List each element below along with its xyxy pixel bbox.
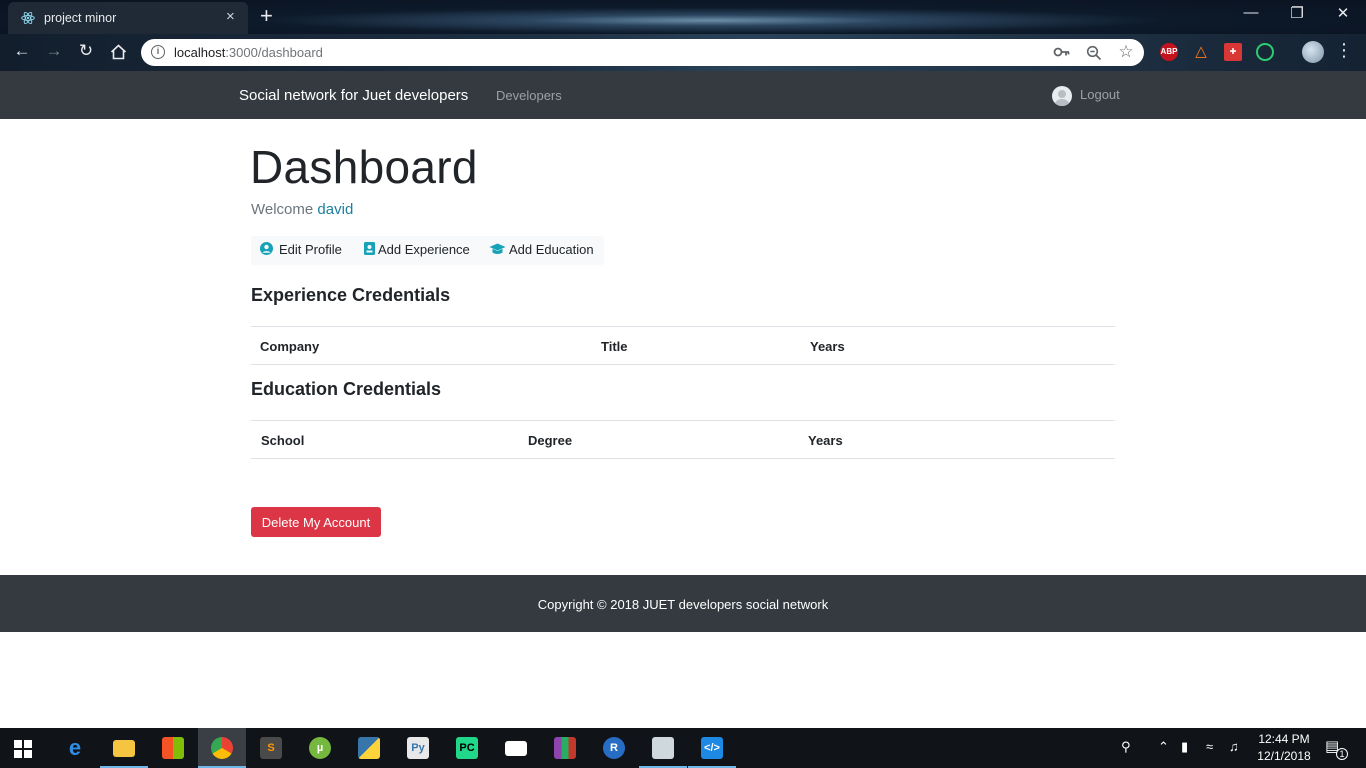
vscode-taskbar-icon[interactable]: </>	[688, 728, 736, 768]
site-info-icon[interactable]: i	[151, 45, 165, 59]
user-circle-icon	[260, 242, 273, 255]
windows-start-icon[interactable]	[14, 740, 32, 758]
circle-extension-icon[interactable]	[1256, 43, 1274, 61]
zoom-icon[interactable]	[1085, 45, 1103, 61]
adblock-extension-icon[interactable]: ABP	[1160, 43, 1178, 61]
wifi-icon[interactable]: ≈	[1206, 739, 1213, 754]
close-window-icon[interactable]: ✕	[1333, 4, 1353, 22]
welcome-prefix: Welcome	[251, 201, 314, 218]
new-tab-button[interactable]: +	[260, 3, 273, 29]
reload-icon[interactable]: ↻	[74, 41, 98, 61]
add-experience-button[interactable]: Add Experience	[364, 242, 470, 257]
address-bar[interactable]: i localhost:3000/dashboard ☆	[141, 39, 1144, 66]
education-heading: Education Credentials	[251, 379, 442, 399]
app-navbar: Social network for Juet developers Devel…	[0, 71, 1366, 119]
url-text[interactable]: localhost:3000/dashboard	[174, 45, 323, 60]
bookmark-star-icon[interactable]: ☆	[1117, 42, 1135, 62]
people-icon[interactable]: ⚲	[1121, 739, 1131, 755]
column-header: Title	[601, 339, 628, 354]
photos-taskbar-icon[interactable]	[639, 728, 687, 768]
profile-avatar-icon[interactable]	[1302, 41, 1324, 63]
browser-toolbar: ← → ↻ i localhost:3000/dashboard ☆ ABP △…	[0, 34, 1366, 71]
react-logo-icon	[21, 11, 35, 25]
python-taskbar-icon[interactable]	[345, 728, 393, 768]
notification-count-badge: 1	[1336, 748, 1348, 760]
sublime-taskbar-icon[interactable]: S	[247, 728, 295, 768]
column-header: Years	[810, 339, 845, 354]
battery-icon[interactable]: ▮	[1181, 739, 1188, 755]
graduation-cap-icon	[489, 243, 506, 254]
id-badge-icon	[364, 242, 375, 255]
column-header: Company	[260, 339, 320, 354]
user-avatar-icon[interactable]	[1052, 86, 1072, 106]
chrome-menu-icon[interactable]: ⋮	[1332, 40, 1356, 61]
logout-link[interactable]: Logout	[1080, 87, 1120, 102]
restore-icon[interactable]: ❐	[1287, 4, 1307, 22]
close-tab-icon[interactable]: ×	[226, 8, 235, 25]
column-header: Years	[808, 433, 843, 448]
pycharm-taskbar-icon[interactable]: PC	[443, 728, 491, 768]
browser-tab[interactable]: project minor ×	[8, 2, 248, 34]
edge-taskbar-icon[interactable]: e	[51, 728, 99, 768]
column-header: School	[261, 433, 305, 448]
dashboard-actions: Edit Profile Add Experience Add Educatio…	[251, 236, 604, 265]
page-title: Dashboard	[250, 141, 478, 193]
back-icon[interactable]: ←	[10, 41, 34, 61]
file-explorer-taskbar-icon[interactable]	[100, 728, 148, 768]
username-link[interactable]: david	[317, 201, 353, 218]
clock-date: 12/1/2018	[1257, 749, 1311, 763]
experience-heading: Experience Credentials	[251, 285, 451, 305]
minimize-icon[interactable]: —	[1241, 4, 1261, 21]
utorrent-taskbar-icon[interactable]: µ	[296, 728, 344, 768]
welcome-text: Welcome david	[251, 201, 353, 218]
python-docs-taskbar-icon[interactable]: Py	[394, 728, 442, 768]
winrar-taskbar-icon[interactable]	[541, 728, 589, 768]
education-table: School Degree Years	[251, 420, 1115, 459]
tab-title: project minor	[44, 11, 117, 25]
store-taskbar-icon[interactable]	[149, 728, 197, 768]
page-footer: Copyright © 2018 JUET developers social …	[0, 575, 1366, 632]
brand-link[interactable]: Social network for Juet developers	[239, 87, 468, 104]
experience-table: Company Title Years	[251, 326, 1115, 365]
home-icon[interactable]	[110, 44, 127, 60]
clock-time: 12:44 PM	[1258, 732, 1310, 746]
copyright-text: Copyright © 2018 JUET developers social …	[537, 597, 829, 612]
delete-account-button[interactable]: Delete My Account	[251, 507, 381, 537]
windows-taskbar: e S µ Py PC R </> ⚲ ⌃ ▮ ≈ ♫ 12:44 PM 12/…	[0, 728, 1366, 768]
volume-icon[interactable]: ♫	[1229, 739, 1239, 754]
puzzle-extension-icon[interactable]: ✚	[1224, 43, 1242, 61]
chrome-taskbar-icon[interactable]	[198, 728, 246, 768]
fire-extension-icon[interactable]: △	[1192, 43, 1210, 61]
browser-tab-strip: project minor × + — ❐ ✕	[0, 0, 1366, 34]
taskbar-clock[interactable]: 12:44 PM 12/1/2018	[1254, 731, 1314, 765]
chevron-up-icon[interactable]: ⌃	[1158, 739, 1169, 755]
r-taskbar-icon[interactable]: R	[590, 728, 638, 768]
add-education-button[interactable]: Add Education	[489, 242, 594, 257]
edit-profile-button[interactable]: Edit Profile	[260, 242, 342, 257]
developers-link[interactable]: Developers	[496, 88, 562, 103]
key-icon[interactable]	[1053, 45, 1071, 59]
mail-taskbar-icon[interactable]	[492, 728, 540, 768]
column-header: Degree	[528, 433, 573, 448]
forward-icon[interactable]: →	[42, 41, 66, 61]
